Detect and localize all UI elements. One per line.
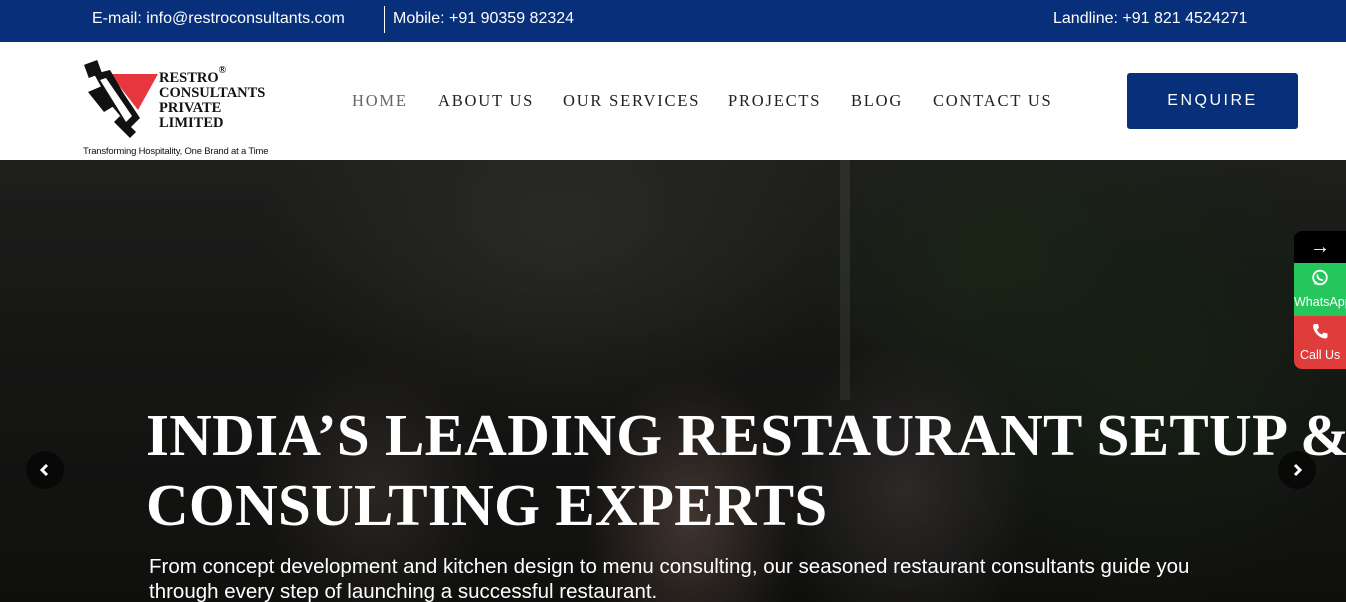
hero-title-line-2: CONSULTING EXPERTS	[146, 472, 828, 538]
hero-slider: INDIA’S LEADING RESTAURANT SETUP & CONSU…	[0, 160, 1346, 602]
site-logo[interactable]: RESTRO® CONSULTANTS PRIVATE LIMITED Tran…	[80, 50, 285, 157]
email-link[interactable]: E-mail: info@restroconsultants.com	[92, 10, 345, 28]
nav-item-our-services[interactable]: OUR SERVICES	[563, 91, 700, 111]
landline-link[interactable]: Landline: +91 821 4524271	[1053, 10, 1247, 28]
hero-title-line-1: INDIA’S LEADING RESTAURANT SETUP &	[146, 402, 1346, 468]
logo-line-3: PRIVATE	[159, 99, 222, 116]
chevron-right-icon	[1293, 463, 1303, 477]
slider-prev-button[interactable]	[26, 451, 64, 489]
nav-item-home[interactable]: HOME	[352, 91, 408, 111]
logo-line-1: RESTRO	[159, 69, 219, 86]
call-us-label: Call Us	[1300, 348, 1341, 362]
mobile-link[interactable]: Mobile: +91 90359 82324	[393, 10, 574, 28]
hero-subtitle: From concept development and kitchen des…	[149, 555, 1190, 602]
site-header: RESTRO® CONSULTANTS PRIVATE LIMITED Tran…	[0, 42, 1346, 160]
slider-next-button[interactable]	[1278, 451, 1316, 489]
logo-mark-icon	[84, 60, 158, 138]
whatsapp-button[interactable]: WhatsApp	[1294, 263, 1346, 316]
whatsapp-icon	[1312, 269, 1328, 286]
hero-title: INDIA’S LEADING RESTAURANT SETUP & CONSU…	[146, 400, 1346, 540]
registered-mark: ®	[218, 65, 227, 76]
enquire-button[interactable]: ENQUIRE	[1127, 73, 1298, 129]
logo-line-2: CONSULTANTS	[159, 84, 266, 101]
nav-item-contact-us[interactable]: CONTACT US	[933, 91, 1053, 111]
logo-tagline: Transforming Hospitality, One Brand at a…	[83, 146, 269, 157]
arrow-right-icon: →	[1310, 235, 1330, 258]
phone-icon	[1313, 324, 1328, 339]
nav-item-blog[interactable]: BLOG	[851, 91, 903, 111]
side-widget-toggle[interactable]: →	[1294, 231, 1346, 263]
logo-wordmark: RESTRO® CONSULTANTS PRIVATE LIMITED	[159, 65, 266, 131]
whatsapp-label: WhatsApp	[1294, 295, 1346, 309]
call-us-button[interactable]: Call Us	[1294, 316, 1346, 369]
top-contact-bar: E-mail: info@restroconsultants.com Mobil…	[0, 0, 1346, 42]
topbar-divider	[384, 6, 385, 33]
chevron-left-icon	[39, 463, 49, 477]
logo-line-4: LIMITED	[159, 114, 224, 131]
nav-item-about-us[interactable]: ABOUT US	[438, 91, 534, 111]
nav-item-projects[interactable]: PROJECTS	[728, 91, 821, 111]
